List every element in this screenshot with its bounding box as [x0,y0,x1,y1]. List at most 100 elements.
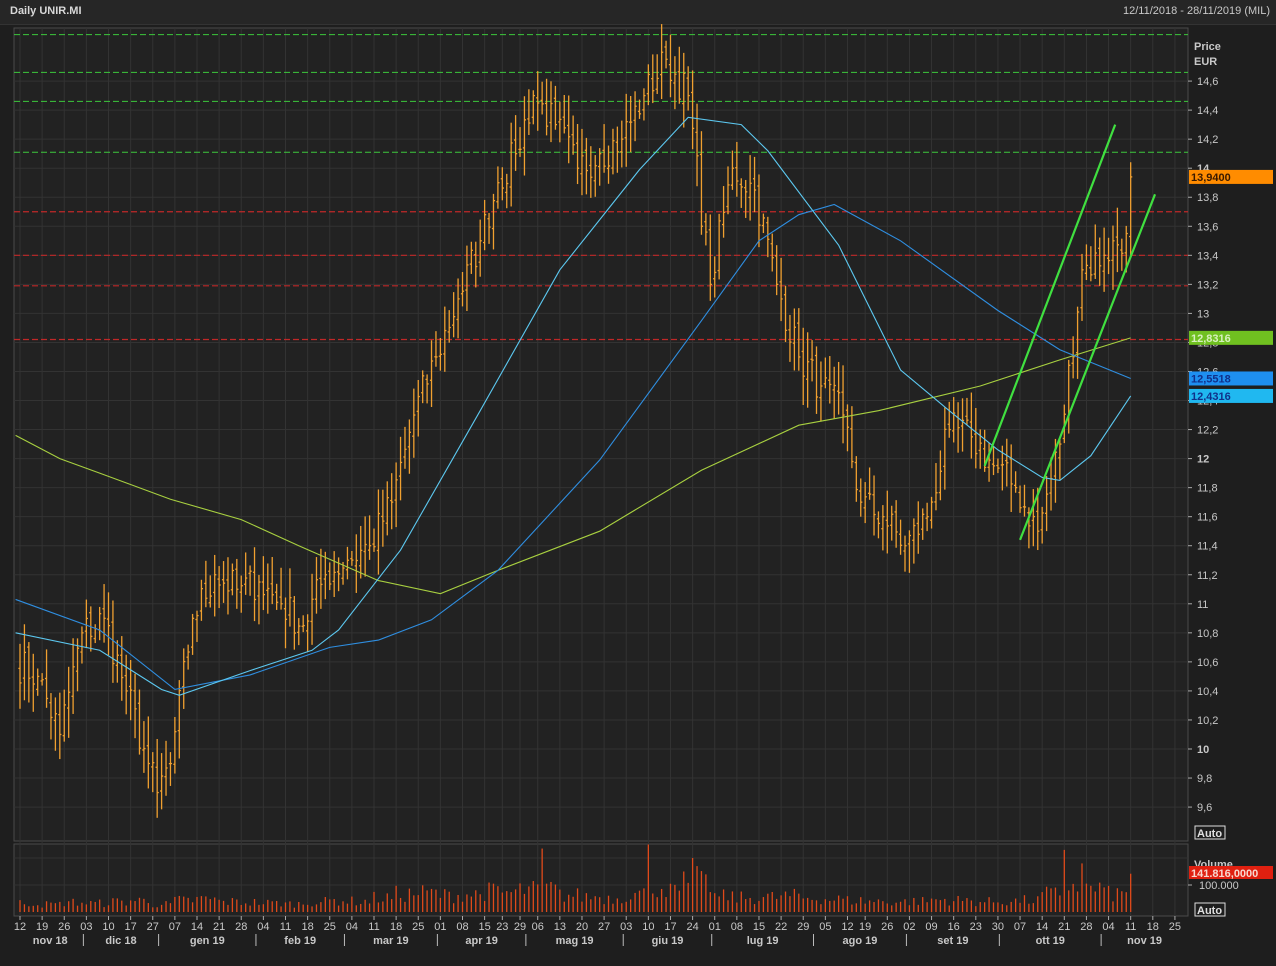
date-axis: 12 19 26 03 10 17 27 07 14 21 28 04 11 18 25 04 11 18 25 01… [14,916,1181,947]
date-tick-label: 04 [257,921,269,933]
last-price-tag-text: 13,9400 [1191,172,1231,184]
date-tick-label: 22 [775,921,787,933]
price-panel [13,27,1189,842]
ma-value-tag: 12,8316 [1189,330,1273,345]
volume-last-tag: 141.816,0000 [1189,866,1273,880]
volume-tick-label: 100.000 [1199,880,1239,892]
price-tick-label: 12,2 [1197,425,1218,437]
month-label: mar 19 [373,935,408,947]
date-tick-label: 30 [992,921,1004,933]
price-tick-label: 11,4 [1197,541,1218,553]
date-tick-label: 27 [147,921,159,933]
price-tick-label: 11 [1197,599,1208,611]
price-tick-label: 12 [1197,454,1209,466]
date-tick-label: 10 [102,921,114,933]
price-tick-label: 11,2 [1197,570,1218,582]
month-label: giu 19 [652,935,684,947]
date-tick-label: 28 [235,921,247,933]
date-tick-label: 26 [58,921,70,933]
volume-auto-scale-button[interactable]: Auto [1194,902,1226,917]
month-label: mag 19 [556,935,594,947]
date-tick-label: 29 [514,921,526,933]
date-tick-label: 19 [859,921,871,933]
date-tick-label: 05 [819,921,831,933]
date-tick-label: 13 [554,921,566,933]
price-axis: PriceEUR14,614,414,21413,813,613,413,213… [1188,41,1221,814]
date-tick-label: 03 [80,921,92,933]
price-axis-title: Price [1194,41,1221,53]
ma-value-tag-text: 12,8316 [1191,333,1231,345]
price-tick-label: 14,6 [1197,76,1218,88]
date-tick-label: 26 [881,921,893,933]
month-label: apr 19 [465,935,497,947]
date-tick-label: 11 [368,921,379,933]
date-tick-label: 14 [191,921,203,933]
month-label: nov 19 [1127,935,1162,947]
date-tick-label: 11 [1125,921,1136,933]
price-tick-label: 13,4 [1197,250,1218,262]
price-tick-label: 11,6 [1197,512,1218,524]
ma-value-tag-text: 12,5518 [1191,373,1231,385]
date-tick-label: 15 [753,921,765,933]
date-tick-label: 01 [434,921,446,933]
date-tick-label: 14 [1036,921,1048,933]
date-tick-label: 04 [346,921,358,933]
price-tick-label: 10,2 [1197,715,1218,727]
price-tick-label: 11,8 [1197,483,1218,495]
month-label: gen 19 [190,935,225,947]
date-tick-label: 09 [925,921,937,933]
month-label: nov 18 [33,935,68,947]
month-label: dic 18 [105,935,136,947]
volume-panel [13,843,1189,917]
date-tick-label: 12 [841,921,853,933]
ma-value-tag: 12,4316 [1189,388,1273,403]
price-axis-unit: EUR [1194,56,1217,68]
price-tick-label: 13,2 [1197,279,1218,291]
date-tick-label: 07 [1014,921,1026,933]
price-auto-scale-button[interactable]: Auto [1194,825,1226,840]
date-tick-label: 10 [642,921,654,933]
date-tick-label: 17 [664,921,676,933]
price-chart[interactable]: Price EUR 14,6 14,4 14,2 14 13,8 13,6 13,4 13,2 13… [0,0,1276,966]
date-tick-label: 18 [1147,921,1159,933]
date-tick-label: 23 [496,921,508,933]
price-tick-label: 9,8 [1197,773,1212,785]
date-tick-label: 01 [709,921,721,933]
date-tick-label: 18 [302,921,314,933]
ma-value-tag: 12,5518 [1189,371,1273,386]
date-tick-label: 11 [280,921,291,933]
price-tick-label: 13,8 [1197,192,1218,204]
date-tick-label: 28 [1080,921,1092,933]
month-label: feb 19 [284,935,316,947]
volume-last-text: 141.816,0000 [1191,868,1258,880]
month-label: set 19 [937,935,968,947]
date-tick-label: 03 [620,921,632,933]
date-tick-label: 02 [903,921,915,933]
date-tick-label: 20 [576,921,588,933]
price-tick-label: 14,2 [1197,134,1218,146]
month-label: lug 19 [747,935,779,947]
price-tick-label: 9,6 [1197,802,1212,814]
date-tick-label: 23 [970,921,982,933]
price-tick-label: 10,8 [1197,628,1218,640]
date-tick-label: 25 [1169,921,1181,933]
date-tick-label: 25 [412,921,424,933]
volume-auto-scale-button-label[interactable]: Auto [1197,905,1222,917]
month-label: ago 19 [843,935,878,947]
price-tick-label: 14,4 [1197,105,1218,117]
price-tick-label: 13 [1197,308,1209,320]
date-tick-label: 21 [213,921,225,933]
date-tick-label: 18 [390,921,402,933]
price-auto-scale-button-label[interactable]: Auto [1197,828,1222,840]
date-tick-label: 15 [479,921,491,933]
date-tick-label: 08 [731,921,743,933]
date-tick-label: 12 [14,921,26,933]
date-tick-label: 27 [598,921,610,933]
price-tick-label: 13,6 [1197,221,1218,233]
date-tick-label: 06 [532,921,544,933]
date-tick-label: 17 [125,921,137,933]
date-tick-label: 29 [797,921,809,933]
date-tick-label: 04 [1102,921,1114,933]
date-tick-label: 24 [686,921,698,933]
price-tick-label: 10 [1197,744,1209,756]
